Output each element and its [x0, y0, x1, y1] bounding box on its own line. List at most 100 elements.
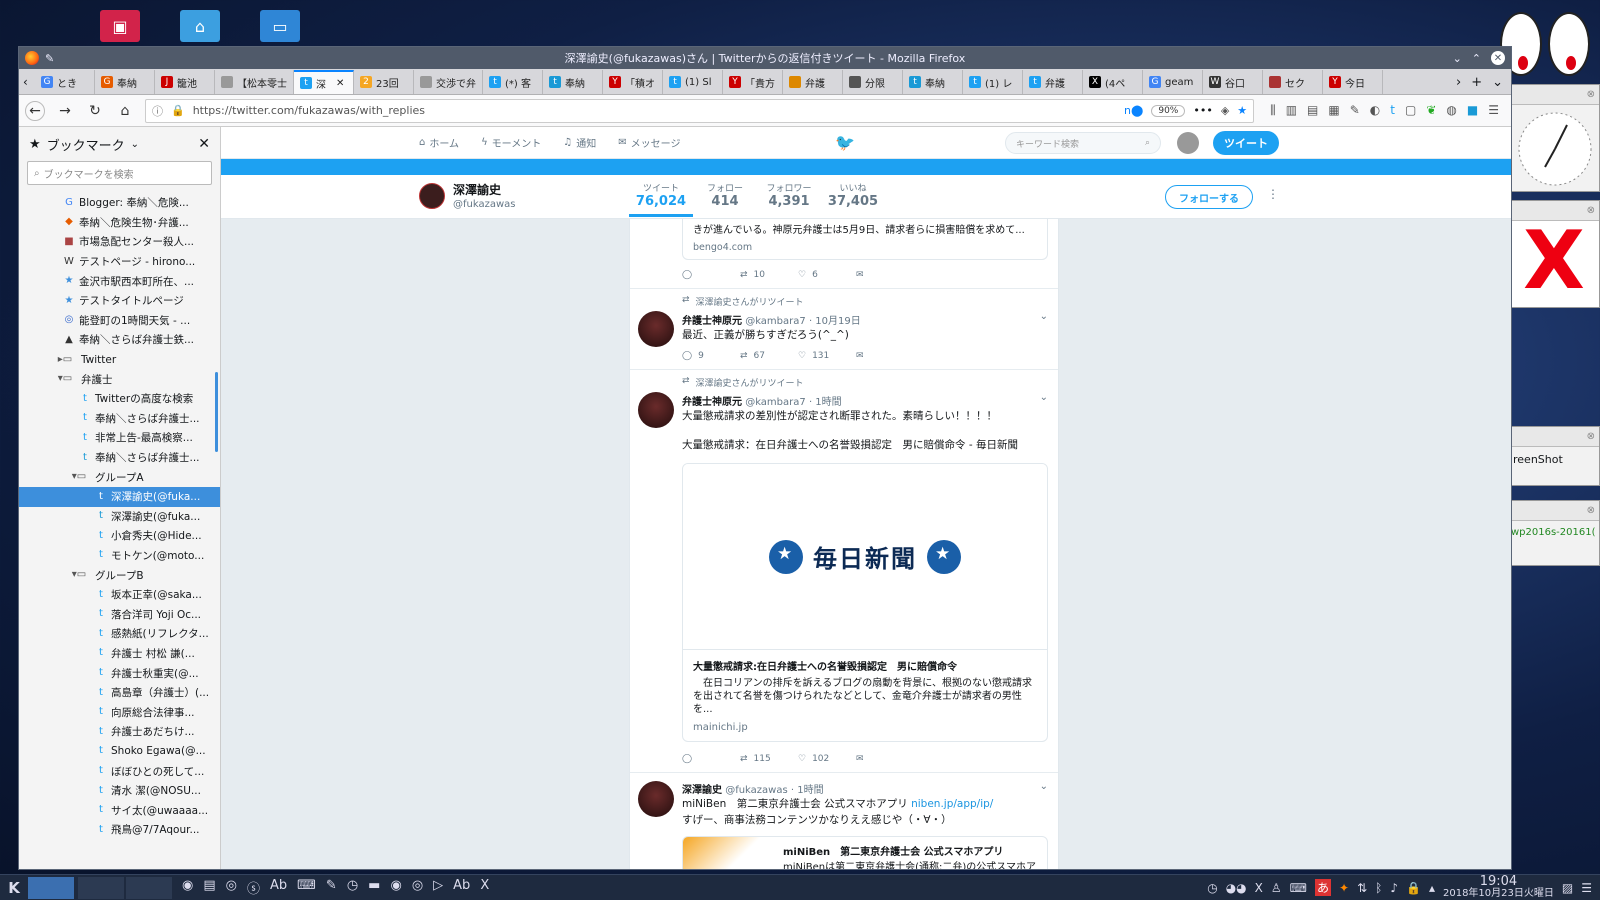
pen-launcher-icon[interactable]: ✎ — [326, 878, 337, 897]
nav-notifications[interactable]: ♫ 通知 — [563, 135, 596, 150]
leaf-icon[interactable]: ❦ — [1426, 103, 1436, 118]
chevron-down-icon[interactable]: ⌄ — [131, 139, 139, 150]
browser-tab[interactable]: Y 「積オ — [603, 70, 663, 94]
tweet-author-name[interactable]: 弁護士神原元 — [682, 397, 742, 408]
profile-handle[interactable]: @fukazawas — [453, 199, 516, 210]
tweet-item[interactable]: ⇄ 深澤諭史さんがリツイート 弁護士神原元 @kambara7 · 10月19日 … — [630, 288, 1058, 369]
profile-stat[interactable]: ツイート 76,024 — [629, 181, 693, 217]
nav-home[interactable]: ⌂ ホーム — [419, 135, 459, 150]
bookmark-item[interactable]: ◎ 能登町の1時間天気 - ... — [19, 311, 220, 331]
browser-tab[interactable]: W 谷口 — [1203, 70, 1263, 94]
twitter-ext-icon[interactable]: t — [1390, 103, 1395, 118]
tray-network-icon[interactable]: ⇅ — [1357, 881, 1367, 895]
taskbar-clock[interactable]: 19:04 2018年10月23日火曜日 — [1443, 875, 1554, 900]
profile-stat[interactable]: フォロワー 4,391 — [757, 181, 821, 217]
tweet-author-handle[interactable]: @fukazawas — [725, 785, 788, 796]
bookmark-item[interactable]: t 感熱紙(リフレクタ... — [19, 624, 220, 644]
close-tab-icon[interactable]: ✕ — [336, 78, 344, 89]
follow-button[interactable]: フォローする — [1165, 185, 1253, 209]
pager-desktop-3[interactable] — [126, 876, 172, 899]
tab-list-icon[interactable]: ⌄ — [1492, 75, 1503, 90]
sidebar-title[interactable]: ブックマーク — [47, 135, 125, 154]
app-task-icon[interactable]: ◎ — [412, 878, 423, 897]
browser-tab[interactable]: X (4ペ — [1083, 70, 1143, 94]
tray-volume-icon[interactable]: ♪ — [1390, 881, 1398, 895]
pager-desktop-2[interactable] — [78, 876, 124, 899]
bookmark-item[interactable]: ▾▭ グループA — [19, 467, 220, 487]
tweet-menu-chevron-icon[interactable]: ⌄ — [1040, 311, 1048, 322]
bookmark-item[interactable]: t ぼぼひとの死して... — [19, 761, 220, 781]
bookmark-item[interactable]: ▾▭ 弁護士 — [19, 369, 220, 389]
browser-tab[interactable]: t (1) レ — [963, 70, 1023, 94]
bookmark-item[interactable]: ▾▭ グループB — [19, 565, 220, 585]
bookmark-item[interactable]: ▲ 奉納＼さらば弁護士鉄... — [19, 330, 220, 350]
browser-tab[interactable]: 【松本零士 — [215, 70, 294, 94]
profile-name[interactable]: 深澤諭史 — [453, 181, 501, 198]
tab-scroll-right-icon[interactable]: › — [1456, 75, 1461, 90]
like-button[interactable]: ♡ 131 — [798, 351, 856, 361]
retweeted-by[interactable]: 深澤諭史さんがリツイート — [696, 376, 804, 389]
browser-tab[interactable]: G 奉納 — [95, 70, 155, 94]
bookmark-item[interactable]: G Blogger: 奉納＼危険... — [19, 193, 220, 213]
bookmark-item[interactable]: t 奉納＼さらば弁護士... — [19, 448, 220, 468]
dm-button[interactable]: ✉ — [856, 754, 914, 764]
new-tab-icon[interactable]: + — [1471, 75, 1482, 90]
bookmark-item[interactable]: t 奉納＼さらば弁護士... — [19, 409, 220, 429]
menu-icon[interactable]: ☰ — [1488, 103, 1499, 118]
bookmark-item[interactable]: t Twitterの高度な検索 — [19, 389, 220, 409]
dm-button[interactable]: ✉ — [856, 270, 914, 280]
tweet-avatar[interactable] — [638, 781, 674, 817]
pin-icon[interactable]: ✎ — [45, 52, 54, 65]
x-task-icon[interactable]: X — [480, 878, 489, 897]
keyboard-launcher-icon[interactable]: ⌨ — [297, 878, 316, 897]
info-icon[interactable]: ⓘ — [152, 103, 163, 119]
tray-expand-icon[interactable]: ▴ — [1429, 881, 1435, 895]
news-link-card[interactable]: 毎日新聞 大量懲戒請求:在日弁護士への名誉毀損認定 男に賠償命令 在日コリアンの… — [682, 463, 1048, 742]
pager-desktop-1[interactable] — [28, 876, 74, 899]
app-link-card[interactable]: miNiBen 第二東京弁護士会 公式スマホアプリ miNiBenは第二東京弁護… — [682, 836, 1048, 869]
tray-x-icon[interactable]: X — [1255, 881, 1263, 895]
browser-tab[interactable]: Ggeam — [1143, 70, 1203, 94]
tray-keyboard-icon[interactable]: ⌨ — [1290, 881, 1307, 895]
bookmark-item[interactable]: t 深澤諭史(@fuka... — [19, 486, 220, 507]
bookmark-item[interactable]: ★ 金沢市駅西本町所在、... — [19, 271, 220, 291]
bookmark-item[interactable]: t Shoko Egawa(@... — [19, 742, 220, 762]
bookmark-item[interactable]: t モトケン(@moto... — [19, 546, 220, 566]
nav-moments[interactable]: ϟ モーメント — [481, 135, 541, 150]
tray-tool-icon[interactable]: ✦ — [1339, 881, 1349, 895]
bookmark-item[interactable]: ■ 市場急配センター殺人... — [19, 232, 220, 252]
firefox-launcher-icon[interactable]: ◉ — [182, 878, 193, 897]
tweet-author-name[interactable]: 深澤諭史 — [682, 785, 722, 796]
browser-tab[interactable]: t 奉納 — [903, 70, 963, 94]
browser-tab[interactable]: 2 23回 — [354, 70, 414, 94]
bookmark-item[interactable]: t 弁護士秋重実(@... — [19, 663, 220, 683]
elephant-icon[interactable]: ◐ — [1370, 103, 1380, 118]
bookmark-item[interactable]: ▸▭ Twitter — [19, 350, 220, 370]
bookmark-item[interactable]: t 高島章（弁護士）(... — [19, 683, 220, 703]
library-icon[interactable]: ⫼ — [1270, 103, 1276, 118]
bookmark-item[interactable]: t 落合洋司 Yoji Oc... — [19, 604, 220, 624]
like-button[interactable]: ♡ 102 — [798, 754, 856, 764]
tweet-avatar[interactable] — [638, 311, 674, 347]
reply-button[interactable]: ◯ — [682, 270, 740, 280]
document-launcher-icon[interactable]: ▤ — [203, 878, 215, 897]
bookmark-item[interactable]: ★ テストタイトルページ — [19, 291, 220, 311]
bookmark-item[interactable]: t 坂本正幸(@saka... — [19, 585, 220, 605]
close-sidebar-icon[interactable]: ✕ — [198, 136, 210, 152]
browser-tab[interactable]: 分限 — [843, 70, 903, 94]
file-manager-task-icon[interactable]: ▬ — [368, 878, 380, 897]
pocket-icon[interactable]: ◈ — [1221, 104, 1229, 117]
url-bar[interactable]: ⓘ 🔒 https://twitter.com/fukazawas/with_r… — [145, 98, 1255, 123]
desktop-trash-icon[interactable]: ▣ — [100, 10, 140, 42]
tweet-author-name[interactable]: 弁護士神原元 — [682, 316, 742, 327]
bookmark-item[interactable]: t 深澤諭史(@fuka... — [19, 507, 220, 527]
desktop-home-icon[interactable]: ⌂ — [180, 10, 220, 42]
bookmark-item[interactable]: t 向原総合法律事... — [19, 702, 220, 722]
minimize-icon[interactable]: ⌄ — [1453, 52, 1462, 65]
bookmark-item[interactable]: t サイ太(@uwaaaa... — [19, 800, 220, 820]
browser-tab[interactable]: J 籠池 — [155, 70, 215, 94]
tweet-avatar[interactable] — [638, 392, 674, 428]
retweet-button[interactable]: ⇄ 115 — [740, 754, 798, 764]
browser-tab[interactable]: Y 「貴方 — [723, 70, 783, 94]
globe-icon[interactable]: ◍ — [1446, 103, 1456, 118]
